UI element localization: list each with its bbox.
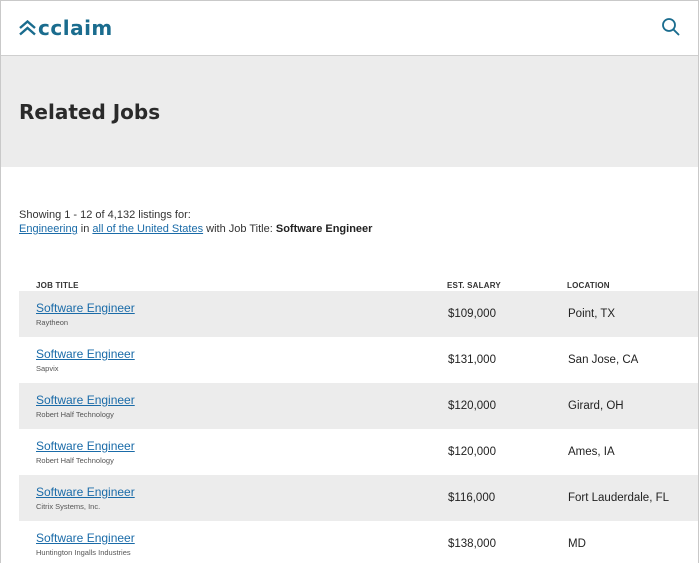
job-title-cell: Software Engineer Robert Half Technology [19, 429, 447, 475]
table-row: Software Engineer Raytheon $109,000 Poin… [19, 291, 698, 337]
category-link[interactable]: Engineering [19, 223, 78, 235]
location-cell: Point, TX [568, 308, 616, 320]
salary-cell: $109,000 [448, 308, 496, 320]
company-name: Citrix Systems, Inc. [36, 502, 101, 511]
search-icon [662, 18, 680, 36]
job-title-filter: Software Engineer [275, 223, 373, 235]
job-title-link[interactable]: Software Engineer [36, 347, 446, 361]
page-title: Related Jobs [19, 100, 161, 124]
page-frame: cclaim Related Jobs Showing 1 - 12 of 4,… [0, 0, 699, 563]
company-name: Robert Half Technology [36, 456, 114, 465]
location-cell: MD [568, 538, 586, 550]
location-cell: Ames, IA [568, 446, 615, 458]
table-row: Software Engineer Robert Half Technology… [19, 383, 698, 429]
job-title-cell: Software Engineer Sapvix [19, 337, 447, 383]
top-navigation-bar: cclaim [1, 0, 698, 56]
company-name: Huntington Ingalls Industries [36, 548, 131, 557]
logo-text: cclaim [38, 16, 113, 40]
page-hero: Related Jobs [1, 56, 698, 167]
results-summary: Showing 1 - 12 of 4,132 listings for: En… [1, 167, 698, 236]
acclaim-logo[interactable]: cclaim [18, 17, 113, 39]
location-cell: San Jose, CA [568, 354, 639, 366]
job-title-cell: Software Engineer Raytheon [19, 291, 447, 337]
filter-description: Engineering in all of the United States … [19, 222, 698, 236]
job-title-cell: Software Engineer Robert Half Technology [19, 383, 447, 429]
table-row: Software Engineer Citrix Systems, Inc. $… [19, 475, 698, 521]
in-text: in [77, 223, 93, 235]
salary-cell: $120,000 [448, 446, 496, 458]
job-title-link[interactable]: Software Engineer [36, 531, 446, 545]
table-header-row: JOB TITLE EST. SALARY LOCATION [19, 276, 698, 291]
table-row: Software Engineer Robert Half Technology… [19, 429, 698, 475]
salary-cell: $131,000 [448, 354, 496, 366]
logo-chevron-icon [19, 20, 36, 36]
column-header-salary: EST. SALARY [447, 281, 501, 290]
location-link[interactable]: all of the United States [92, 223, 203, 235]
job-title-cell: Software Engineer Huntington Ingalls Ind… [19, 521, 447, 563]
salary-cell: $120,000 [448, 400, 496, 412]
with-job-title-text: with Job Title: [203, 223, 276, 235]
company-name: Sapvix [36, 364, 59, 373]
showing-count-text: Showing 1 - 12 of 4,132 listings for: [19, 209, 191, 221]
jobs-table: JOB TITLE EST. SALARY LOCATION Software … [19, 276, 698, 563]
column-header-job-title: JOB TITLE [36, 281, 79, 290]
company-name: Robert Half Technology [36, 410, 114, 419]
job-title-link[interactable]: Software Engineer [36, 485, 446, 499]
salary-cell: $116,000 [448, 492, 496, 504]
table-row: Software Engineer Huntington Ingalls Ind… [19, 521, 698, 563]
search-button[interactable] [660, 16, 682, 38]
job-title-link[interactable]: Software Engineer [36, 439, 446, 453]
company-name: Raytheon [36, 318, 69, 327]
salary-cell: $138,000 [448, 538, 496, 550]
job-title-link[interactable]: Software Engineer [36, 301, 446, 315]
location-cell: Girard, OH [568, 400, 624, 412]
column-header-location: LOCATION [567, 281, 610, 290]
location-cell: Fort Lauderdale, FL [568, 492, 670, 504]
job-title-link[interactable]: Software Engineer [36, 393, 446, 407]
job-title-cell: Software Engineer Citrix Systems, Inc. [19, 475, 447, 521]
table-row: Software Engineer Sapvix $131,000 San Jo… [19, 337, 698, 383]
